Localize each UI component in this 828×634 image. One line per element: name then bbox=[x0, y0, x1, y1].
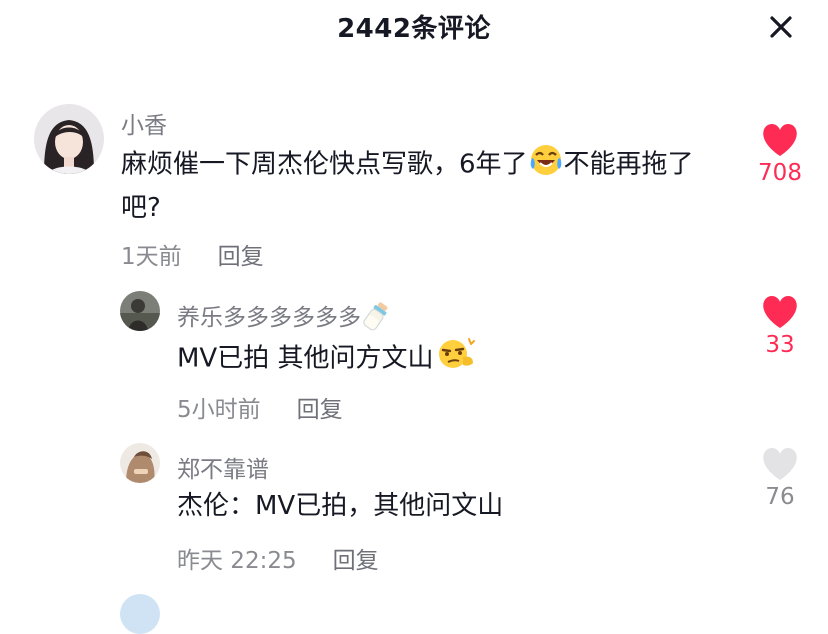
avatar[interactable] bbox=[34, 104, 104, 174]
comment-text-part: MV已拍 其他问方文山 bbox=[177, 343, 434, 374]
comment-username[interactable]: 郑不靠谱 bbox=[177, 450, 269, 484]
comment-text: 麻烦催一下周杰伦快点写歌，6年了 不能再拖了吧? bbox=[121, 142, 711, 228]
like-count: 708 bbox=[758, 160, 802, 186]
like-button[interactable]: 33 bbox=[750, 294, 810, 358]
reply-button[interactable]: 回复 bbox=[297, 397, 343, 423]
reply-button[interactable]: 回复 bbox=[218, 244, 264, 270]
avatar[interactable] bbox=[120, 443, 160, 483]
comment-username-text: 养乐多多多多多多 bbox=[177, 305, 361, 331]
comment-time: 昨天 22:25 bbox=[177, 548, 297, 574]
like-button[interactable]: 708 bbox=[750, 122, 810, 186]
like-count: 76 bbox=[765, 484, 795, 510]
close-icon bbox=[770, 16, 792, 38]
avatar[interactable] bbox=[120, 291, 160, 331]
comments-header: 2442条评论 bbox=[0, 0, 828, 56]
close-button[interactable] bbox=[766, 12, 796, 42]
comment-username[interactable]: 养乐多多多多多多 bbox=[177, 298, 391, 338]
heart-outline-icon bbox=[763, 448, 797, 480]
rofl-emoji-icon bbox=[528, 142, 564, 188]
comment-count-title: 2442条评论 bbox=[337, 14, 491, 44]
like-button[interactable]: 76 bbox=[750, 446, 810, 510]
comment-time: 1天前 bbox=[121, 244, 182, 270]
heart-icon bbox=[763, 124, 797, 156]
like-count: 33 bbox=[765, 332, 795, 358]
comment-meta: 昨天 22:25 回复 bbox=[177, 541, 379, 575]
baby-bottle-emoji-icon bbox=[361, 300, 391, 338]
comment-time: 5小时前 bbox=[177, 397, 261, 423]
comment-text-part: 杰伦：MV已拍，其他问文山 bbox=[177, 491, 504, 521]
comment-text: MV已拍 其他问方文山 bbox=[177, 335, 717, 383]
reply-button[interactable]: 回复 bbox=[333, 548, 379, 574]
sly-face-emoji-icon bbox=[433, 335, 477, 383]
comment-meta: 1天前 回复 bbox=[121, 237, 264, 271]
comment-text: 杰伦：MV已拍，其他问文山 bbox=[177, 486, 717, 526]
avatar[interactable] bbox=[120, 594, 160, 634]
comment-meta: 5小时前 回复 bbox=[177, 390, 343, 424]
heart-icon bbox=[763, 296, 797, 328]
comment-text-part: 麻烦催一下周杰伦快点写歌，6年了 bbox=[121, 149, 528, 180]
comment-username[interactable]: 小香 bbox=[121, 106, 167, 140]
